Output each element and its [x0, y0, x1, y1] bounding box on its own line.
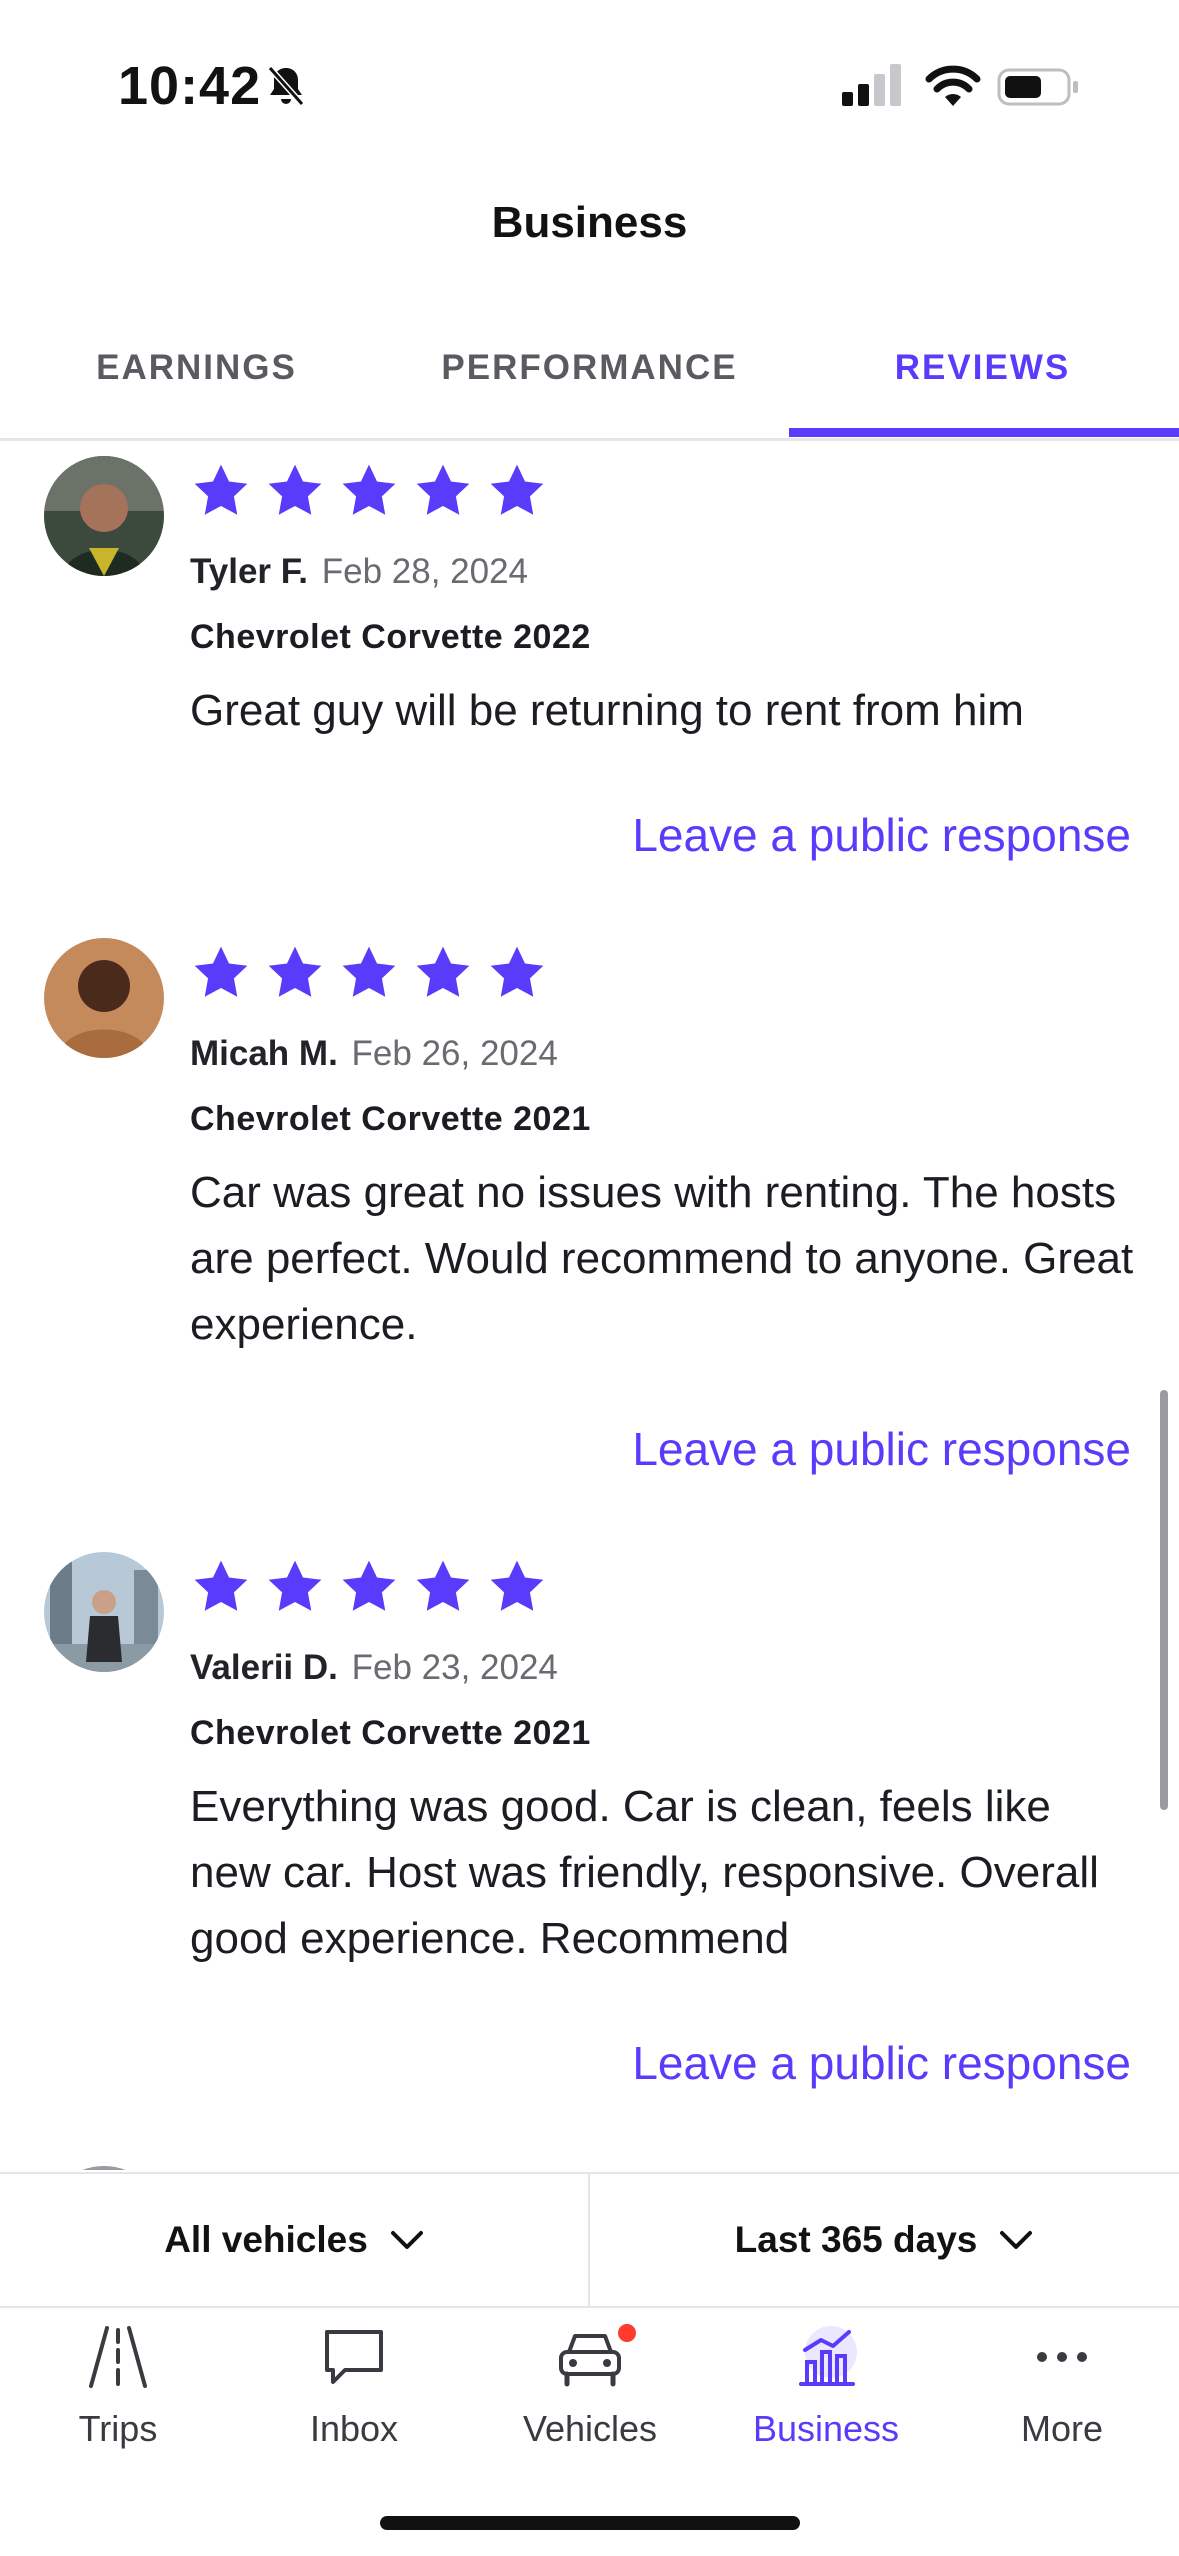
review-vehicle: Chevrolet Corvette 2021 — [190, 1100, 591, 1138]
review-text: Great guy will be returning to rent from… — [190, 686, 1024, 735]
nav-business[interactable]: Business — [708, 2322, 944, 2450]
star-icon — [268, 946, 322, 997]
bottom-nav: Trips Inbox Vehicles Business More — [0, 2306, 1179, 2466]
star-icon — [342, 464, 396, 515]
star-icon — [194, 464, 248, 515]
nav-more[interactable]: More — [944, 2322, 1179, 2450]
period-filter-label: Last 365 days — [734, 2219, 978, 2260]
status-time: 10:42 — [118, 56, 262, 116]
more-dots-icon — [1037, 2352, 1087, 2362]
nav-vehicles[interactable]: Vehicles — [472, 2322, 708, 2450]
tab-reviews[interactable]: REVIEWS — [786, 348, 1179, 388]
road-icon — [89, 2326, 147, 2388]
star-icon — [490, 1560, 544, 1611]
star-icon — [268, 1560, 322, 1611]
tab-bar: EARNINGS PERFORMANCE REVIEWS — [0, 330, 1179, 441]
avatar — [44, 2166, 164, 2170]
review-vehicle: Chevrolet Corvette 2021 — [190, 1714, 591, 1752]
reviews-list[interactable]: Tyler F. Feb 28, 2024 Chevrolet Corvette… — [0, 440, 1179, 2170]
chevron-down-icon — [390, 2231, 423, 2249]
avatar — [44, 456, 164, 576]
status-bar: 10:42 — [0, 0, 1179, 170]
leave-public-response-link[interactable]: Leave a public response — [632, 808, 1131, 862]
review-text: Car was great no issues with renting. Th… — [190, 1168, 1134, 1349]
car-icon — [559, 2334, 621, 2387]
bar-chart-icon — [799, 2326, 857, 2386]
chat-bubble-icon — [325, 2330, 383, 2384]
star-rating — [190, 460, 548, 522]
star-icon — [416, 946, 470, 997]
review-text: Everything was good. Car is clean, feels… — [190, 1782, 1099, 1963]
cellular-signal-icon — [842, 64, 901, 106]
reviewer-name: Tyler F. — [190, 552, 309, 591]
star-icon — [194, 1560, 248, 1611]
nav-inbox[interactable]: Inbox — [236, 2322, 472, 2450]
star-icon — [416, 1560, 470, 1611]
review-card: Valerii D. Feb 23, 2024 Chevrolet Corvet… — [0, 1536, 1179, 2136]
leave-public-response-link[interactable]: Leave a public response — [632, 2036, 1131, 2090]
star-icon — [268, 464, 322, 515]
star-icon — [342, 946, 396, 997]
wifi-icon — [925, 65, 981, 106]
avatar — [44, 1552, 164, 1672]
nav-label: Trips — [78, 2408, 158, 2449]
leave-public-response-link[interactable]: Leave a public response — [632, 1422, 1131, 1476]
filter-bar: All vehicles Last 365 days — [0, 2172, 1179, 2308]
star-icon — [194, 946, 248, 997]
nav-trips[interactable]: Trips — [0, 2322, 236, 2450]
bell-muted-icon — [267, 66, 305, 106]
chevron-down-icon — [1000, 2231, 1033, 2249]
notification-badge — [618, 2324, 636, 2342]
tab-earnings[interactable]: EARNINGS — [0, 348, 393, 388]
avatar — [44, 938, 164, 1058]
star-rating — [190, 942, 548, 1004]
star-icon — [490, 946, 544, 997]
star-icon — [416, 464, 470, 515]
review-date: Feb 26, 2024 — [351, 1034, 558, 1073]
review-date: Feb 28, 2024 — [321, 552, 529, 591]
home-indicator — [380, 2516, 800, 2530]
scrollbar[interactable] — [1160, 1390, 1168, 1810]
reviewer-name: Valerii D. — [190, 1648, 338, 1687]
vehicles-filter-dropdown[interactable]: All vehicles — [0, 2174, 590, 2306]
period-filter-dropdown[interactable]: Last 365 days — [590, 2174, 1178, 2306]
star-rating — [190, 1556, 548, 1618]
star-icon — [342, 1560, 396, 1611]
nav-label: More — [1020, 2408, 1104, 2449]
tab-performance[interactable]: PERFORMANCE — [393, 348, 786, 388]
review-vehicle: Chevrolet Corvette 2022 — [190, 618, 591, 656]
review-date: Feb 23, 2024 — [351, 1648, 558, 1687]
battery-icon — [997, 68, 1078, 106]
reviewer-name: Micah M. — [190, 1034, 338, 1073]
star-icon — [490, 464, 544, 515]
active-tab-indicator — [789, 428, 1179, 437]
page-title: Business — [491, 198, 688, 247]
review-card: Micah M. Feb 26, 2024 Chevrolet Corvette… — [0, 922, 1179, 1522]
nav-label: Business — [752, 2408, 900, 2449]
nav-label: Vehicles — [522, 2408, 658, 2449]
nav-label: Inbox — [309, 2408, 399, 2449]
vehicles-filter-label: All vehicles — [164, 2219, 368, 2260]
